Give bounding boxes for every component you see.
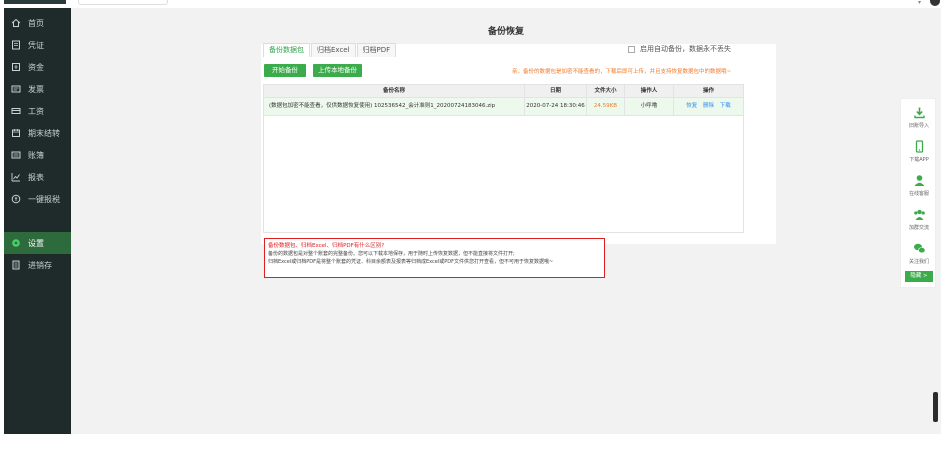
header-size: 文件大小 bbox=[587, 85, 625, 97]
sidebar-item-label: 期末结转 bbox=[28, 128, 60, 138]
table-empty-area bbox=[263, 116, 744, 233]
inventory-icon bbox=[10, 259, 22, 271]
sidebar-item-label: 首页 bbox=[28, 18, 44, 28]
wechat-icon bbox=[912, 241, 926, 255]
cell-actions: 恢复 删除 下载 bbox=[674, 98, 743, 115]
header-name: 备份名称 bbox=[264, 85, 525, 97]
group-icon bbox=[912, 207, 926, 221]
mobile-icon bbox=[912, 139, 926, 153]
backup-table: 备份名称 日期 文件大小 操作人 操作 (数据包加密不能查看，仅供数据恢复使用)… bbox=[263, 84, 744, 233]
sidebar-item-settings[interactable]: 设置 bbox=[4, 232, 71, 254]
home-icon bbox=[10, 17, 22, 29]
sidebar-item-period-end[interactable]: 期末结转 bbox=[4, 122, 71, 144]
tab-archive-excel[interactable]: 归档Excel bbox=[311, 43, 356, 57]
faq-answer-2: 归档Excel或归档PDF是将整个账套的凭证、科目余额表及报表等归档成Excel… bbox=[268, 259, 554, 265]
start-backup-button[interactable]: 开始备份 bbox=[264, 64, 306, 77]
logo bbox=[4, 0, 66, 4]
faq-answer-1: 备份的数据包是对整个账套的完整备份。您可以下载本地保存，用于随时上传恢复数据，但… bbox=[268, 251, 515, 257]
faq-question: 备份数据包、归档Excel、归档PDF有什么区别? bbox=[268, 243, 385, 249]
tab-backup-package[interactable]: 备份数据包 bbox=[263, 43, 310, 57]
sidebar-item-home[interactable]: 首页 bbox=[4, 12, 71, 34]
rightbar-label: 下载APP bbox=[909, 157, 929, 163]
period-end-icon bbox=[10, 127, 22, 139]
table-header: 备份名称 日期 文件大小 操作人 操作 bbox=[263, 84, 744, 98]
salary-icon bbox=[10, 105, 22, 117]
sidebar-item-report[interactable]: 报表 bbox=[4, 166, 71, 188]
delete-link[interactable]: 删除 bbox=[703, 103, 714, 109]
rightbar-label: 旧账导入 bbox=[908, 123, 929, 129]
cell-name: (数据包加密不能查看，仅供数据恢复使用) 102536542_会计准则1_202… bbox=[264, 98, 525, 115]
sidebar-item-ledger[interactable]: 账簿 bbox=[4, 144, 71, 166]
page-title: 备份恢复 bbox=[487, 27, 524, 37]
sidebar-item-tax[interactable]: 一键报税 bbox=[4, 188, 71, 210]
header-operator: 操作人 bbox=[625, 85, 674, 97]
header-actions: 操作 bbox=[702, 88, 714, 94]
rightbar-label: 在线客服 bbox=[908, 191, 929, 197]
auto-backup-toggle[interactable]: 启用自动备份，数据永不丢失 bbox=[628, 44, 731, 54]
upload-backup-button[interactable]: 上传本地备份 bbox=[313, 64, 362, 77]
header-date: 日期 bbox=[525, 85, 587, 97]
app-window: ▾ 首页 凭证 资金 发票 工资 期末结转 账簿 报表 一键报税 设置 进销存 … bbox=[0, 0, 948, 451]
invoice-icon bbox=[10, 83, 22, 95]
fund-icon bbox=[10, 61, 22, 73]
rightbar-join-group[interactable]: 加群交流 bbox=[901, 203, 937, 237]
rightbar-label: 关注我们 bbox=[908, 259, 929, 265]
cell-date: 2020-07-24 18:30:46 bbox=[525, 98, 587, 115]
search-input[interactable] bbox=[78, 0, 168, 5]
cell-operator: 小呼噜 bbox=[625, 98, 674, 115]
download-link[interactable]: 下载 bbox=[720, 103, 731, 109]
rightbar-label: 加群交流 bbox=[908, 225, 929, 231]
sidebar-item-label: 进销存 bbox=[28, 260, 52, 270]
sidebar-item-label: 报表 bbox=[28, 172, 44, 182]
auto-backup-label: 启用自动备份，数据永不丢失 bbox=[640, 45, 731, 53]
sidebar-item-label: 账簿 bbox=[28, 150, 44, 160]
customer-service-icon bbox=[912, 173, 926, 187]
sidebar-item-salary[interactable]: 工资 bbox=[4, 100, 71, 122]
tab-archive-pdf[interactable]: 归档PDF bbox=[356, 43, 397, 57]
top-bar: ▾ bbox=[0, 0, 948, 8]
ledger-icon bbox=[10, 149, 22, 161]
sidebar-item-label: 工资 bbox=[28, 106, 44, 116]
table-row: (数据包加密不能查看，仅供数据恢复使用) 102536542_会计准则1_202… bbox=[263, 98, 744, 116]
report-icon bbox=[10, 171, 22, 183]
right-toolbar: 旧账导入 下载APP 在线客服 加群交流 关注我们 隐藏 > bbox=[900, 98, 936, 288]
tax-icon bbox=[10, 193, 22, 205]
voucher-icon bbox=[10, 39, 22, 51]
rightbar-customer-service[interactable]: 在线客服 bbox=[901, 169, 937, 203]
sidebar-item-label: 资金 bbox=[28, 62, 44, 72]
download-import-icon bbox=[912, 105, 926, 119]
scroll-handle[interactable] bbox=[933, 392, 938, 422]
tab-bar: 备份数据包 归档Excel 归档PDF bbox=[263, 43, 397, 57]
sidebar-item-fund[interactable]: 资金 bbox=[4, 56, 71, 78]
rightbar-import[interactable]: 旧账导入 bbox=[901, 101, 937, 135]
rightbar-hide-button[interactable]: 隐藏 > bbox=[905, 271, 933, 282]
rightbar-download-app[interactable]: 下载APP bbox=[901, 135, 937, 169]
sidebar: 首页 凭证 资金 发票 工资 期末结转 账簿 报表 一键报税 设置 进销存 bbox=[4, 8, 71, 434]
restore-link[interactable]: 恢复 bbox=[686, 103, 697, 109]
sidebar-item-label: 发票 bbox=[28, 84, 44, 94]
sidebar-item-invoice[interactable]: 发票 bbox=[4, 78, 71, 100]
faq-box: 备份数据包、归档Excel、归档PDF有什么区别? 备份的数据包是对整个账套的完… bbox=[264, 238, 605, 278]
chevron-down-icon[interactable]: ▾ bbox=[918, 0, 921, 6]
sidebar-item-inventory[interactable]: 进销存 bbox=[4, 254, 71, 276]
sidebar-item-label: 凭证 bbox=[28, 40, 44, 50]
sidebar-item-label: 设置 bbox=[28, 238, 44, 248]
settings-icon bbox=[10, 237, 22, 249]
backup-notice: 亲，备份的数据包是加密不能查看的，下载后即可上传，并且支持恢复数据包中的数据哦~ bbox=[512, 69, 732, 75]
rightbar-follow-us[interactable]: 关注我们 bbox=[901, 237, 937, 271]
cell-size: 24.59KB bbox=[587, 98, 625, 115]
sidebar-item-label: 一键报税 bbox=[28, 194, 60, 204]
avatar[interactable] bbox=[930, 0, 940, 6]
sidebar-item-voucher[interactable]: 凭证 bbox=[4, 34, 71, 56]
auto-backup-checkbox[interactable] bbox=[628, 45, 635, 53]
